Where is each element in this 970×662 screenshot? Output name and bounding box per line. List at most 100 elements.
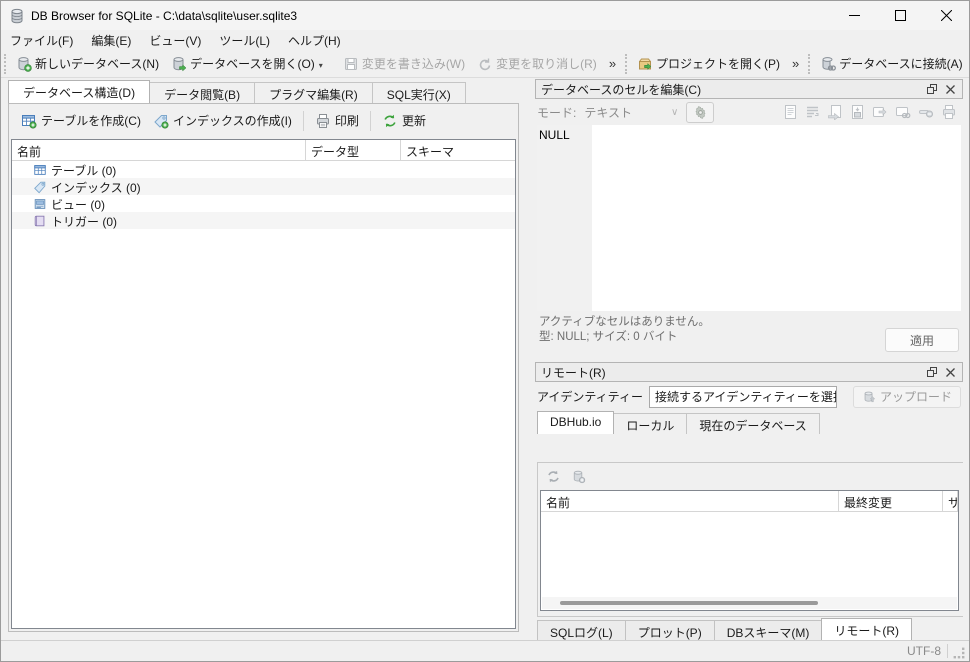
column-header-name[interactable]: 名前 (541, 491, 839, 511)
minimize-button[interactable] (831, 1, 877, 30)
toolbar-drag-handle[interactable] (808, 53, 811, 74)
new-database-button[interactable]: 新しいデータベース(N) (10, 51, 165, 76)
column-header-schema[interactable]: スキーマ (401, 140, 515, 160)
attach-database-button[interactable]: データベースに接続(A) (814, 51, 968, 76)
menubar: ファイル(F) 編集(E) ビュー(V) ツール(L) ヘルプ(H) (1, 30, 969, 50)
horizontal-scrollbar[interactable] (542, 597, 957, 609)
column-header-size[interactable]: サイ (943, 491, 958, 511)
titlebar[interactable]: DB Browser for SQLite - C:\data\sqlite\u… (1, 1, 969, 30)
link-icon[interactable] (895, 104, 911, 120)
mode-select[interactable]: テキスト ∨ (580, 102, 682, 123)
gear-icon (695, 105, 706, 119)
tree-row-triggers[interactable]: トリガー (0) (12, 212, 515, 229)
print-button[interactable]: 印刷 (309, 109, 365, 132)
tab-sql-log[interactable]: SQLログ(L) (537, 620, 626, 640)
menu-file[interactable]: ファイル(F) (1, 30, 82, 51)
tab-browse-data[interactable]: データ閲覧(B) (149, 82, 256, 103)
tab-remote[interactable]: リモート(R) (821, 618, 913, 640)
column-header-last-modified[interactable]: 最終変更 (839, 491, 943, 511)
structure-tab-panel: テーブルを作成(C) インデックスの作成(I) 印刷 更新 名前 データ型 スキ… (8, 103, 519, 632)
tab-current-database[interactable]: 現在のデータベース (686, 413, 820, 434)
edit-cell-dock: データベースのセルを編集(C) モード: テキスト ∨ NULL アクティブなセ… (535, 79, 963, 360)
encoding-indicator[interactable]: UTF-8 (901, 644, 947, 658)
dock-area: データベースのセルを編集(C) モード: テキスト ∨ NULL アクティブなセ… (535, 79, 963, 640)
create-table-icon (22, 114, 37, 129)
column-header-name[interactable]: 名前 (12, 140, 306, 160)
toolbar-overflow-chevron[interactable]: » (603, 56, 622, 71)
tab-local[interactable]: ローカル (613, 413, 688, 434)
identity-label: アイデンティティー (537, 390, 643, 404)
write-changes-button[interactable]: 変更を書き込み(W) (337, 51, 471, 76)
refresh-button[interactable]: 更新 (376, 109, 432, 132)
cell-editor-content[interactable] (592, 125, 961, 311)
identity-select[interactable]: 接続するアイデンティティーを選択 ∨ (648, 385, 837, 408)
dock-tab-bar: SQLログ(L) プロット(P) DBスキーマ(M) リモート(R) (537, 618, 963, 640)
menu-view[interactable]: ビュー(V) (140, 30, 210, 51)
word-wrap-icon[interactable] (805, 104, 820, 120)
cell-editor-margin: NULL (537, 125, 592, 311)
remote-dock-header[interactable]: リモート(R) (535, 362, 963, 382)
open-project-button[interactable]: プロジェクトを開く(P) (631, 51, 786, 76)
mode-label: モード: (537, 105, 577, 120)
tree-row-indexes[interactable]: インデックス (0) (12, 178, 515, 195)
structure-toolbar: テーブルを作成(C) インデックスの作成(I) 印刷 更新 (9, 104, 518, 137)
float-dock-button[interactable] (923, 81, 941, 97)
create-index-button[interactable]: インデックスの作成(I) (147, 109, 298, 132)
create-table-button[interactable]: テーブルを作成(C) (15, 109, 147, 132)
project-toolbar-overflow-chevron[interactable]: » (786, 56, 805, 71)
app-window: DB Browser for SQLite - C:\data\sqlite\u… (0, 0, 970, 662)
remote-refresh-icon[interactable] (546, 469, 561, 484)
tab-db-schema[interactable]: DBスキーマ(M) (713, 620, 823, 640)
menu-edit[interactable]: 編集(E) (82, 30, 140, 51)
import-icon[interactable] (827, 104, 843, 120)
resize-grip-icon[interactable] (952, 646, 966, 660)
toolbar-drag-handle[interactable] (625, 53, 628, 74)
refresh-icon (384, 114, 396, 127)
float-dock-button[interactable] (923, 364, 941, 380)
text-document-icon[interactable] (783, 104, 798, 120)
toolbar-drag-handle[interactable] (4, 53, 6, 74)
schema-tree[interactable]: 名前 データ型 スキーマ テーブル (0) インデックス (0) ビュー (0) (11, 139, 516, 629)
remote-dock-title: リモート(R) (541, 365, 606, 380)
format-settings-button[interactable] (686, 101, 715, 123)
tables-icon (34, 164, 46, 175)
float-icon (927, 84, 937, 94)
close-dock-button[interactable] (941, 364, 959, 380)
edit-cell-dock-header[interactable]: データベースのセルを編集(C) (535, 79, 963, 99)
main-toolbar: 新しいデータベース(N) データベースを開く(O) ▾ 変更を書き込み(W) 変… (1, 50, 969, 78)
scrollbar-thumb[interactable] (560, 601, 818, 605)
revert-changes-button[interactable]: 変更を取り消し(R) (471, 51, 603, 76)
write-changes-icon (344, 57, 357, 70)
close-dock-button[interactable] (941, 81, 959, 97)
open-database-button[interactable]: データベースを開く(O) ▾ (165, 51, 329, 76)
tab-plot[interactable]: プロット(P) (624, 620, 715, 640)
close-icon (945, 367, 955, 377)
menu-help[interactable]: ヘルプ(H) (279, 30, 350, 51)
tree-row-views[interactable]: ビュー (0) (12, 195, 515, 212)
column-header-type[interactable]: データ型 (306, 140, 401, 160)
close-icon (940, 10, 952, 21)
cell-editor[interactable]: NULL (537, 125, 961, 311)
set-null-icon[interactable] (918, 104, 934, 120)
remote-table[interactable]: 名前 最終変更 サイ (540, 490, 959, 611)
menu-tools[interactable]: ツール(L) (210, 30, 279, 51)
tab-database-structure[interactable]: データベース構造(D) (8, 80, 151, 103)
apply-button[interactable]: 適用 (885, 328, 959, 352)
tab-dbhub[interactable]: DBHub.io (537, 411, 615, 434)
tab-edit-pragmas[interactable]: プラグマ編集(R) (254, 82, 373, 103)
tab-execute-sql[interactable]: SQL実行(X) (371, 82, 466, 103)
open-in-external-icon[interactable] (872, 104, 888, 120)
clone-database-icon[interactable] (571, 469, 586, 484)
export-icon[interactable] (850, 104, 865, 120)
close-button[interactable] (923, 1, 969, 30)
tree-row-tables[interactable]: テーブル (0) (12, 161, 515, 178)
print-cell-icon[interactable] (941, 104, 957, 120)
upload-button[interactable]: アップロード (852, 385, 961, 408)
minimize-icon (848, 15, 860, 16)
open-database-dropdown-caret[interactable]: ▾ (319, 61, 323, 72)
create-index-icon (154, 114, 169, 129)
attach-database-icon (822, 56, 837, 71)
revert-changes-icon (479, 58, 491, 70)
maximize-button[interactable] (877, 1, 923, 30)
triggers-icon (34, 215, 45, 226)
